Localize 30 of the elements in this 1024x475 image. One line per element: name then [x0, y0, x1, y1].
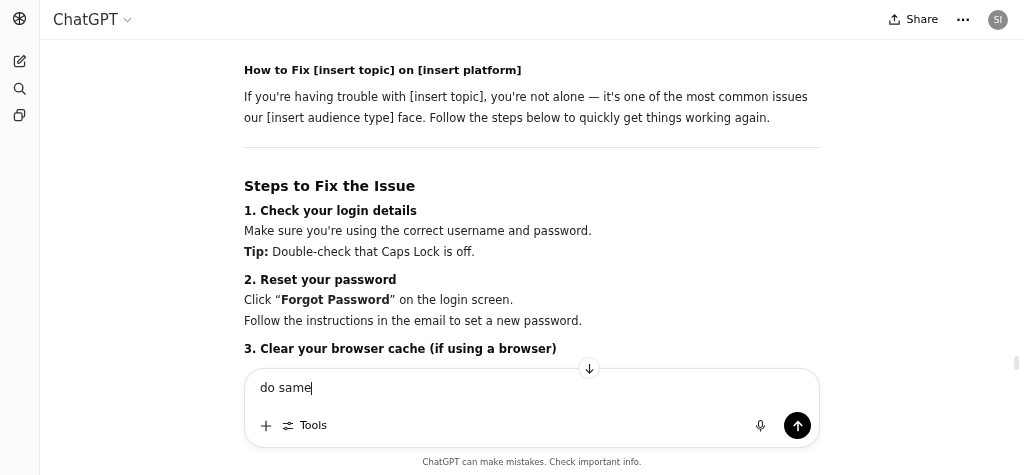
more-button[interactable]: ··· — [956, 12, 970, 27]
model-selector[interactable]: ChatGPT — [53, 10, 132, 29]
step-heading: 2. Reset your password — [244, 272, 397, 289]
disclaimer: ChatGPT can make mistakes. Check important info. — [421, 456, 643, 469]
scrollbar[interactable] — [1014, 356, 1019, 370]
search-icon[interactable] — [11, 80, 28, 97]
logo-icon[interactable] — [11, 10, 28, 27]
plus-icon[interactable] — [260, 419, 272, 432]
arrow-up-icon — [791, 419, 804, 432]
step-heading: 3. Clear your browser cache (if using a browser) — [244, 341, 557, 358]
message-title: How to Fix [insert topic] on [insert platform] — [244, 64, 523, 77]
step-text: Follow the instructions in the email to set a new password. — [244, 313, 584, 330]
tools-button[interactable]: Tools — [282, 419, 328, 432]
step-text: Make sure you're using the correct username and password. — [244, 223, 593, 240]
scroll-down-button[interactable] — [578, 357, 600, 379]
share-button[interactable]: Share — [887, 13, 939, 26]
message-input[interactable]: do same — [260, 381, 811, 395]
microphone-icon[interactable] — [755, 418, 766, 433]
chevron-icon — [122, 16, 132, 23]
arrow-down-icon — [583, 362, 595, 374]
step-text: Click “Forgot Password” on the login screen. — [244, 292, 515, 309]
step-heading: 1. Check your login details — [244, 203, 417, 220]
intro-paragraph: If you're having trouble with [insert topic], you're not alone — it's one of the most common issues our [insert audience type] face. Follow the steps below to quickly get things working again. — [244, 89, 809, 127]
send-button[interactable] — [784, 412, 811, 439]
edit-icon[interactable] — [11, 53, 28, 70]
step-text: Tip: Double-check that Caps Lock is off. — [244, 244, 476, 261]
library-icon[interactable] — [11, 107, 28, 124]
sliders-icon — [282, 419, 294, 432]
share-icon — [887, 13, 901, 26]
section-heading: Steps to Fix the Issue — [244, 178, 417, 194]
